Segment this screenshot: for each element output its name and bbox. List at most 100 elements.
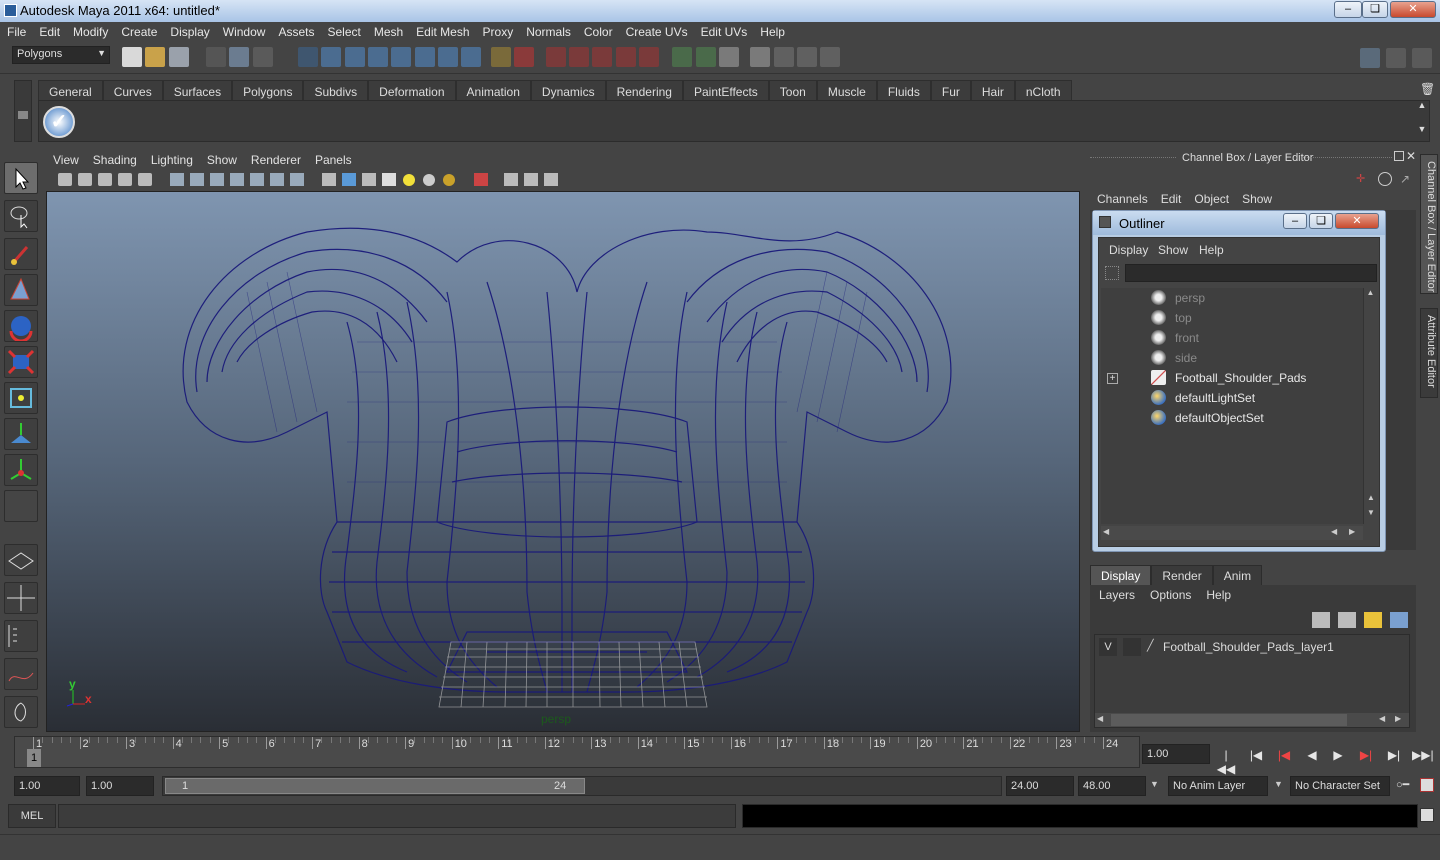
toggle-channelbox-icon[interactable]: [1360, 48, 1380, 68]
outliner-row[interactable]: top: [1101, 308, 1363, 328]
save-scene-icon[interactable]: [168, 47, 189, 67]
outliner-menu-help[interactable]: Help: [1199, 243, 1224, 257]
persp-graph-layout-icon[interactable]: [4, 658, 38, 690]
panel-menu-panels[interactable]: Panels: [308, 150, 359, 167]
paint-select-tool-icon[interactable]: [4, 238, 38, 270]
playback-end-time-field[interactable]: 24.00: [1006, 776, 1074, 796]
minimize-button[interactable]: –: [1334, 1, 1362, 18]
shelf-tab-dynamics[interactable]: Dynamics: [530, 80, 606, 100]
panel-menu-shading[interactable]: Shading: [86, 150, 144, 167]
play-backwards-icon[interactable]: ◀: [1302, 748, 1322, 764]
shelf-tab-ncloth[interactable]: nCloth: [1014, 80, 1072, 100]
panel-menu-show[interactable]: Show: [200, 150, 244, 167]
shelf-tab-animation[interactable]: Animation: [455, 80, 531, 100]
close-button[interactable]: ✕: [1390, 1, 1436, 18]
step-back-key-icon[interactable]: |◀: [1246, 748, 1266, 764]
batch-render-icon[interactable]: [820, 47, 841, 67]
layer-scroll-left-icon-2[interactable]: ◀: [1379, 714, 1385, 723]
character-set-chevron-icon[interactable]: ▼: [1274, 779, 1283, 789]
last-tool-slot[interactable]: [4, 490, 38, 522]
new-scene-icon[interactable]: [122, 47, 142, 67]
single-perspective-layout-icon[interactable]: [4, 544, 38, 576]
layer-scroll-left-icon[interactable]: ◀: [1097, 714, 1103, 723]
time-slider[interactable]: 1 2 3 4 5 6 7 8 9 10 11 12 13 14 15 16 17 18 19 20 21 22 23 24 1: [14, 736, 1140, 768]
menu-create-uvs[interactable]: Create UVs: [619, 22, 694, 39]
layer-color-swatch-icon[interactable]: ╱: [1147, 639, 1154, 652]
trash-icon[interactable]: 🗑: [1420, 82, 1435, 96]
shelf-scroll[interactable]: ▲ ▼: [1414, 100, 1430, 142]
shelf-tab-painteffects[interactable]: PaintEffects: [682, 80, 769, 100]
outliner-hscroll[interactable]: ◀ ◀ ▶: [1101, 526, 1363, 540]
shelf-tab-surfaces[interactable]: Surfaces: [162, 80, 233, 100]
layer-name[interactable]: Football_Shoulder_Pads_layer1: [1163, 640, 1334, 654]
menu-edit-mesh[interactable]: Edit Mesh: [409, 22, 475, 39]
scale-tool-icon[interactable]: [4, 346, 38, 378]
character-set-dropdown[interactable]: No Character Set: [1290, 776, 1390, 796]
snap-plane-icon[interactable]: [368, 47, 389, 67]
outliner-row[interactable]: + Football_Shoulder_Pads: [1101, 368, 1363, 388]
input-ops-icon[interactable]: [568, 47, 589, 67]
step-back-frame-icon[interactable]: |◀: [1274, 748, 1294, 764]
panel-menu-view[interactable]: View: [46, 150, 86, 167]
outliner-row[interactable]: defaultLightSet: [1101, 388, 1363, 408]
play-forwards-icon[interactable]: ▶: [1328, 748, 1348, 764]
shelf-scroll-down-icon[interactable]: ▼: [1414, 124, 1430, 138]
open-scene-icon[interactable]: [145, 47, 166, 67]
menu-proxy[interactable]: Proxy: [476, 22, 520, 39]
checkmark-shelf-icon[interactable]: ✓: [43, 106, 75, 138]
outliner-close-button[interactable]: ✕: [1335, 213, 1379, 229]
shelf-tab-curves[interactable]: Curves: [102, 80, 163, 100]
layer-tab-render[interactable]: Render: [1151, 565, 1213, 585]
shelf-tab-toon[interactable]: Toon: [768, 80, 817, 100]
current-frame-marker[interactable]: 1: [27, 749, 41, 767]
construction-icon[interactable]: [545, 47, 566, 67]
channelbox-menu-show[interactable]: Show: [1235, 192, 1278, 206]
persp-outliner-layout-icon[interactable]: [4, 620, 38, 652]
outliner-row[interactable]: side: [1101, 348, 1363, 368]
layer-menu-layers[interactable]: Layers: [1090, 588, 1141, 602]
outliner-menu-display[interactable]: Display: [1109, 243, 1148, 257]
speed-icon[interactable]: [1378, 172, 1392, 186]
manipulator-icon[interactable]: ✛: [1356, 172, 1370, 186]
layer-tab-display[interactable]: Display: [1090, 565, 1152, 585]
select-component-icon[interactable]: [252, 47, 273, 67]
snap-live-icon[interactable]: [391, 47, 412, 67]
rotate-tool-icon[interactable]: [4, 310, 38, 343]
lasso-tool-icon[interactable]: [4, 200, 38, 232]
lock-icon[interactable]: [490, 47, 511, 67]
filter-icon[interactable]: [1105, 266, 1119, 280]
scroll-left-icon-2[interactable]: ◀: [1331, 527, 1337, 536]
shelf-tab-fur[interactable]: Fur: [930, 80, 971, 100]
layer-scroll-thumb[interactable]: [1111, 714, 1347, 726]
menu-create[interactable]: Create: [114, 22, 163, 39]
snap-vertex-icon[interactable]: [414, 47, 435, 67]
channelbox-menu-object[interactable]: Object: [1187, 192, 1235, 206]
layer-visibility-toggle[interactable]: V: [1099, 638, 1117, 656]
outliner-search-input[interactable]: [1125, 264, 1377, 282]
menu-normals[interactable]: Normals: [519, 22, 577, 39]
move-layer-down-icon[interactable]: [1338, 612, 1356, 628]
shelf-tab-subdivs[interactable]: Subdivs: [303, 80, 369, 100]
help-icon[interactable]: [461, 47, 482, 67]
step-forward-key-icon[interactable]: ▶|: [1384, 748, 1404, 764]
menu-assets[interactable]: Assets: [271, 22, 320, 39]
ipr-render-icon[interactable]: [695, 47, 716, 67]
go-to-end-icon[interactable]: ▶▶|: [1412, 748, 1434, 764]
shelf-tab-rendering[interactable]: Rendering: [605, 80, 683, 100]
menuset-dropdown[interactable]: Polygons ▼: [12, 46, 110, 64]
render-settings-icon[interactable]: [718, 47, 739, 67]
shelf-tab-muscle[interactable]: Muscle: [816, 80, 877, 100]
shelf-tab-fluids[interactable]: Fluids: [876, 80, 931, 100]
render-view-icon[interactable]: [796, 47, 817, 67]
scroll-right-icon[interactable]: ▶: [1349, 527, 1355, 536]
shelf-scroll-up-icon[interactable]: ▲: [1414, 100, 1430, 114]
side-tab-attribute-editor[interactable]: Attribute Editor: [1420, 308, 1438, 398]
render-current-icon[interactable]: [672, 47, 693, 67]
layer-menu-options[interactable]: Options: [1141, 588, 1197, 602]
shelf-menu-icon[interactable]: [18, 111, 28, 119]
outliner-row[interactable]: defaultObjectSet: [1101, 408, 1363, 428]
menu-help[interactable]: Help: [753, 22, 791, 39]
command-input[interactable]: [58, 804, 736, 828]
scroll-down-icon[interactable]: ▼: [1364, 508, 1378, 517]
key-icon[interactable]: ○━: [1396, 778, 1409, 791]
